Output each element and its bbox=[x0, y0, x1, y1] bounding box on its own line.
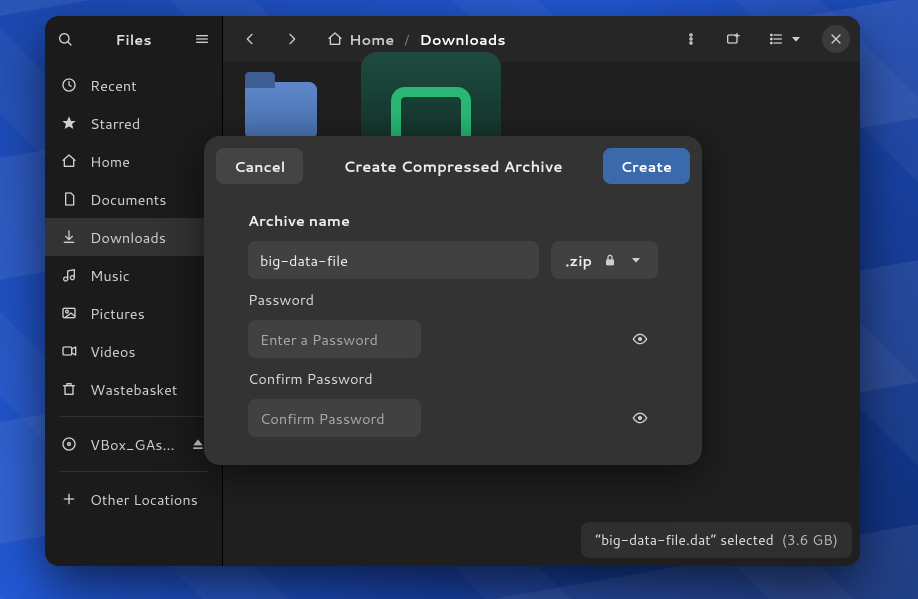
document-icon bbox=[61, 191, 77, 207]
download-icon bbox=[61, 229, 77, 245]
breadcrumb-current[interactable]: Downloads bbox=[419, 29, 505, 50]
sidebar-item-vbox[interactable]: VBox_GAs… bbox=[45, 425, 222, 463]
sidebar-item-label: Music bbox=[90, 265, 130, 286]
new-tab-button[interactable] bbox=[716, 22, 750, 56]
chevron-down-icon bbox=[788, 31, 804, 47]
create-archive-dialog: Cancel Create Compressed Archive Create … bbox=[204, 136, 702, 465]
disc-icon bbox=[61, 436, 77, 452]
status-bar: “big-data-file.dat” selected (3.6 GB) bbox=[581, 522, 852, 558]
sidebar-item-label: Home bbox=[90, 151, 130, 172]
breadcrumb[interactable]: Home / Downloads bbox=[317, 22, 666, 56]
sidebar-item-other-locations[interactable]: Other Locations bbox=[45, 480, 222, 518]
sidebar-item-music[interactable]: Music bbox=[45, 256, 222, 294]
close-icon bbox=[828, 31, 844, 47]
titlebar: Home / Downloads bbox=[223, 16, 860, 62]
sidebar-list: Recent Starred Home Documents Downloads … bbox=[45, 62, 222, 566]
sidebar-header: Files bbox=[45, 16, 222, 62]
extension-dropdown[interactable]: .zip bbox=[551, 241, 658, 279]
view-options-button[interactable] bbox=[758, 22, 814, 56]
sidebar-item-pictures[interactable]: Pictures bbox=[45, 294, 222, 332]
app-title: Files bbox=[115, 29, 151, 50]
new-window-icon bbox=[725, 31, 741, 47]
sidebar-item-label: Starred bbox=[90, 113, 140, 134]
music-icon bbox=[61, 267, 77, 283]
sidebar-item-downloads[interactable]: Downloads bbox=[45, 218, 222, 256]
confirm-password-label: Confirm Password bbox=[248, 368, 658, 389]
dialog-body: Archive name .zip Password Confirm Passw… bbox=[204, 198, 702, 465]
lock-icon bbox=[602, 252, 618, 268]
extension-value: .zip bbox=[565, 250, 592, 271]
sidebar-item-label: Recent bbox=[90, 75, 137, 96]
breadcrumb-label: Downloads bbox=[419, 29, 505, 50]
list-icon bbox=[768, 31, 784, 47]
folder-item[interactable] bbox=[245, 82, 317, 140]
dialog-title: Create Compressed Archive bbox=[303, 156, 602, 177]
sidebar-item-label: VBox_GAs… bbox=[90, 434, 175, 455]
password-input[interactable] bbox=[248, 320, 421, 358]
chevron-down-icon bbox=[628, 252, 644, 268]
sidebar-item-label: Other Locations bbox=[90, 489, 198, 510]
video-icon bbox=[61, 343, 77, 359]
sidebar-divider bbox=[59, 416, 208, 417]
sidebar-item-home[interactable]: Home bbox=[45, 142, 222, 180]
plus-icon bbox=[61, 491, 77, 507]
status-text: “big-data-file.dat” selected bbox=[595, 530, 773, 550]
home-icon bbox=[61, 153, 77, 169]
hamburger-icon[interactable] bbox=[194, 31, 210, 47]
confirm-password-input[interactable] bbox=[248, 399, 421, 437]
home-icon bbox=[327, 31, 343, 47]
sidebar-item-label: Videos bbox=[90, 341, 136, 362]
sidebar-divider bbox=[59, 471, 208, 472]
search-icon[interactable] bbox=[57, 31, 73, 47]
close-window-button[interactable] bbox=[822, 25, 850, 53]
archive-name-input[interactable] bbox=[248, 241, 539, 279]
picture-icon bbox=[61, 305, 77, 321]
sidebar: Files Recent Starred Home Documents bbox=[45, 16, 223, 566]
sidebar-item-label: Documents bbox=[90, 189, 166, 210]
sidebar-item-trash[interactable]: Wastebasket bbox=[45, 370, 222, 408]
status-size: (3.6 GB) bbox=[782, 530, 838, 550]
sidebar-item-starred[interactable]: Starred bbox=[45, 104, 222, 142]
sidebar-item-label: Pictures bbox=[90, 303, 145, 324]
password-label: Password bbox=[248, 289, 658, 310]
sidebar-item-documents[interactable]: Documents bbox=[45, 180, 222, 218]
eye-icon[interactable] bbox=[632, 410, 648, 426]
breadcrumb-home[interactable]: Home / bbox=[327, 29, 413, 50]
sidebar-item-label: Wastebasket bbox=[90, 379, 177, 400]
kebab-icon bbox=[683, 31, 699, 47]
back-button[interactable] bbox=[233, 22, 267, 56]
sidebar-item-videos[interactable]: Videos bbox=[45, 332, 222, 370]
chevron-left-icon bbox=[242, 31, 258, 47]
archive-name-label: Archive name bbox=[248, 210, 658, 231]
eye-icon[interactable] bbox=[632, 331, 648, 347]
sidebar-item-label: Downloads bbox=[90, 227, 166, 248]
chevron-right-icon bbox=[284, 31, 300, 47]
breadcrumb-separator: / bbox=[404, 29, 409, 50]
breadcrumb-label: Home bbox=[349, 29, 394, 50]
create-button[interactable]: Create bbox=[603, 148, 690, 184]
folder-menu-button[interactable] bbox=[674, 22, 708, 56]
sidebar-item-recent[interactable]: Recent bbox=[45, 66, 222, 104]
star-icon bbox=[61, 115, 77, 131]
cancel-button[interactable]: Cancel bbox=[216, 148, 303, 184]
clock-icon bbox=[61, 77, 77, 93]
dialog-header: Cancel Create Compressed Archive Create bbox=[204, 136, 702, 198]
forward-button[interactable] bbox=[275, 22, 309, 56]
trash-icon bbox=[61, 381, 77, 397]
